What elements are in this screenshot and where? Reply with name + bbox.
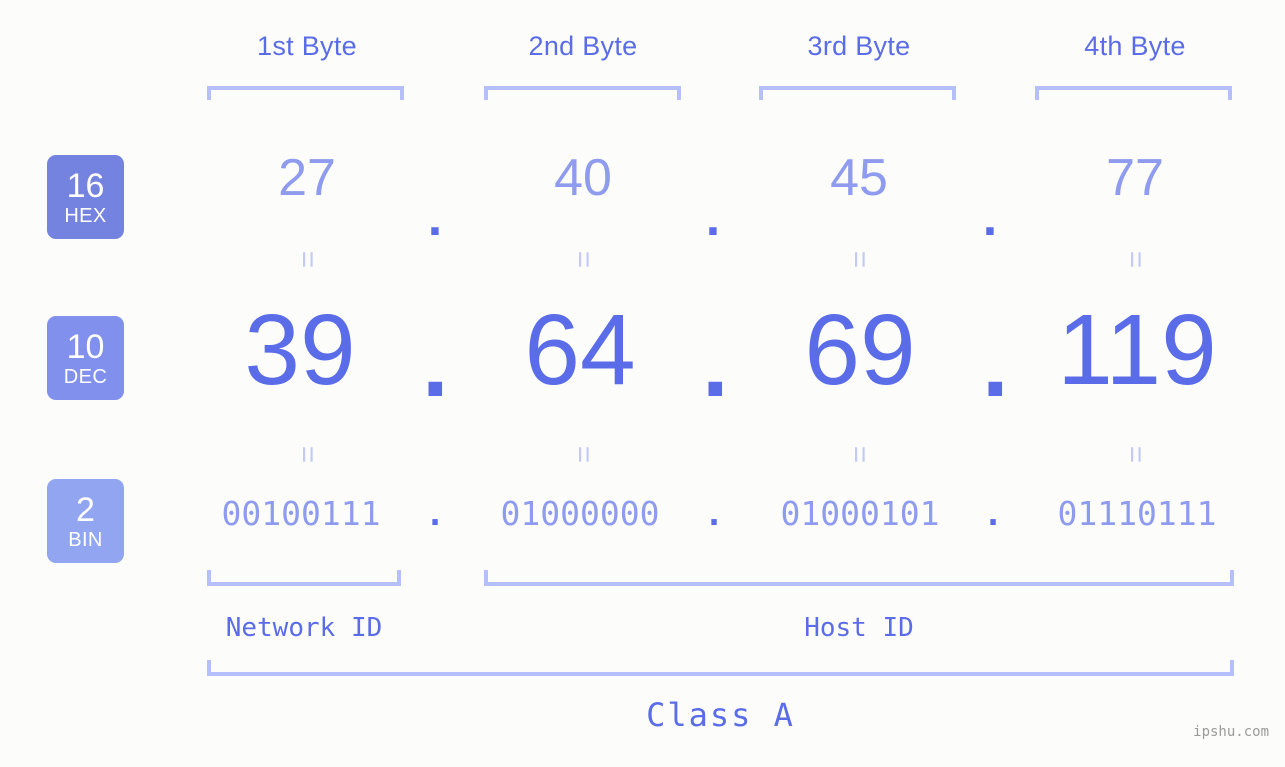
byte-header-2: 2nd Byte [528,31,638,61]
byte-bracket-1 [207,86,404,100]
base-badge-dec-number: 10 [66,327,105,366]
base-badge-dec-label: DEC [63,365,108,388]
byte-bracket-2 [484,86,681,100]
hex-separator-3: . [982,189,998,247]
class-bracket [207,660,1234,676]
base-badge-bin-number: 2 [76,490,95,529]
bin-separator-1: . [425,494,445,533]
bin-separator-3: . [983,494,1003,533]
network-id-label: Network ID [225,613,383,643]
equals-mark-dec-bin-1: = [291,445,324,463]
base-badge-bin[interactable]: 2 BIN [47,479,124,563]
byte-bracket-3 [759,86,956,100]
network-id-bracket [207,570,401,586]
hex-separator-1: . [427,189,443,247]
base-badge-dec[interactable]: 10 DEC [47,316,124,400]
dec-separator-3: . [982,310,1009,417]
equals-mark-dec-bin-4: = [1119,445,1152,463]
dec-separator-1: . [422,310,449,417]
class-label: Class A [646,696,795,734]
byte-header-3: 3rd Byte [807,31,911,61]
base-badge-hex-number: 16 [66,166,105,205]
dec-separator-2: . [702,310,729,417]
hex-separator-2: . [705,189,721,247]
host-id-label: Host ID [804,613,914,643]
bin-value-byte-1: 00100111 [221,494,381,533]
site-watermark: ipshu.com [1193,724,1269,740]
ip-address-breakdown-diagram: 1st Byte 2nd Byte 3rd Byte 4th Byte 16 H… [0,0,1285,767]
host-id-bracket [484,570,1234,586]
byte-header-1: 1st Byte [257,31,357,61]
equals-mark-dec-bin-3: = [843,445,876,463]
equals-mark-dec-bin-2: = [567,445,600,463]
base-badge-bin-label: BIN [68,528,103,551]
byte-header-4: 4th Byte [1084,31,1186,61]
base-badge-hex[interactable]: 16 HEX [47,155,124,239]
bin-value-byte-4: 01110111 [1057,494,1217,533]
bin-value-byte-2: 01000000 [500,494,660,533]
byte-bracket-4 [1035,86,1232,100]
bin-separator-2: . [704,494,724,533]
base-badge-hex-label: HEX [64,204,107,227]
bin-value-byte-3: 01000101 [780,494,940,533]
